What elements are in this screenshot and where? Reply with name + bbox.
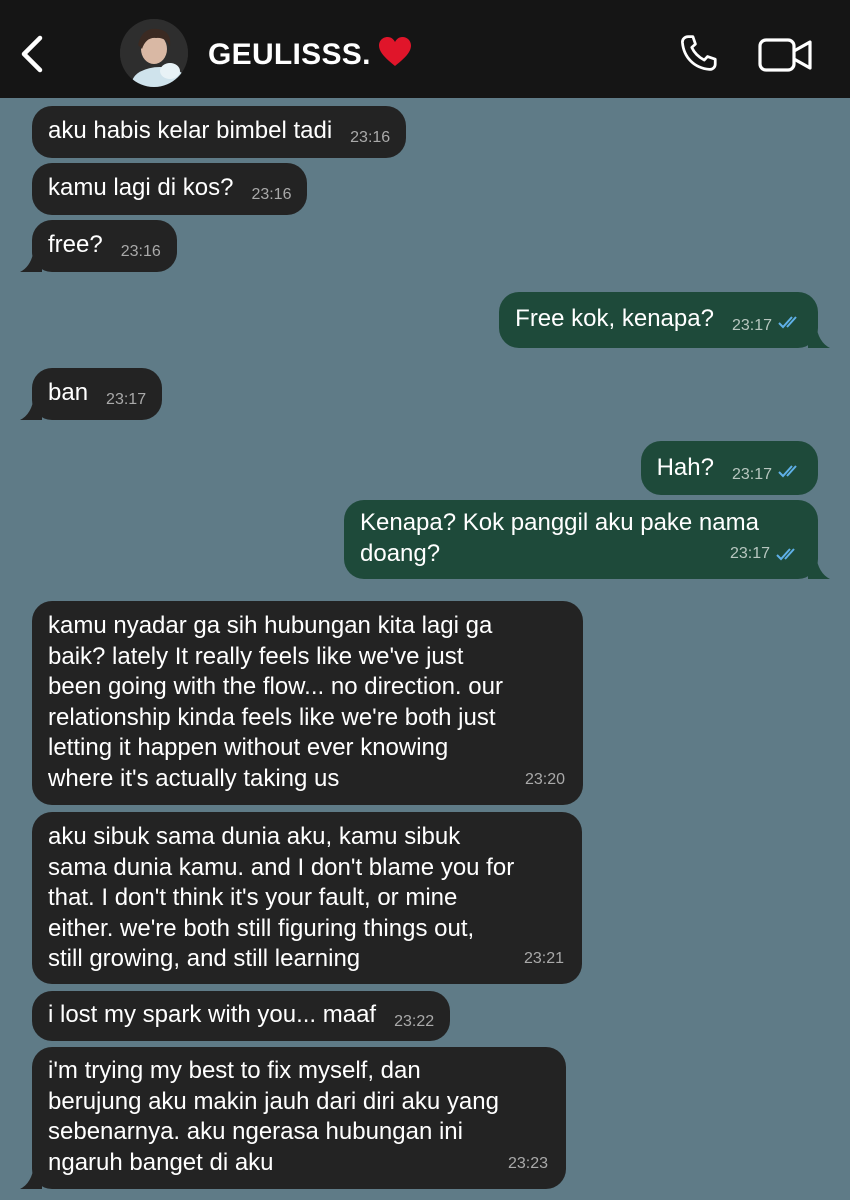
message-incoming[interactable]: i lost my spark with you... maaf 23:22 <box>32 991 451 1041</box>
video-camera-icon <box>758 38 812 72</box>
contact-name[interactable]: GEULISSS. <box>208 37 411 72</box>
message-incoming[interactable]: ban 23:17 <box>20 368 163 420</box>
message-time: 23:21 <box>523 949 564 967</box>
message-text: ban <box>48 379 89 406</box>
message-time: 23:17 <box>731 466 772 483</box>
message-outgoing[interactable]: Hah? 23:17 <box>640 441 818 495</box>
message-time: 23:16 <box>350 129 391 146</box>
contact-name-text: GEULISSS. <box>208 38 371 71</box>
bubble-tail <box>20 396 42 420</box>
message-time-text: 23:17 <box>729 544 770 562</box>
message-incoming[interactable]: kamu lagi di kos? 23:16 <box>32 163 308 215</box>
message-incoming[interactable]: i'm trying my best to fix myself, dan be… <box>20 1047 566 1189</box>
message-outgoing[interactable]: Kenapa? Kok panggil aku pake nama doang?… <box>344 500 830 579</box>
message-incoming[interactable]: aku sibuk sama dunia aku, kamu sibuk sam… <box>32 812 582 984</box>
message-text: kamu lagi di kos? <box>48 174 234 201</box>
message-text: aku habis kelar bimbel tadi <box>48 117 333 144</box>
message-time: 23:17 <box>730 539 800 570</box>
message-text: kamu nyadar ga sih hubungan kita lagi ga… <box>48 612 503 792</box>
message-time: 23:16 <box>120 243 161 260</box>
bubble-tail <box>20 1165 42 1189</box>
message-incoming[interactable]: kamu nyadar ga sih hubungan kita lagi ga… <box>32 601 583 805</box>
video-call-button[interactable] <box>758 36 814 74</box>
message-incoming[interactable]: free? 23:16 <box>20 220 177 272</box>
message-incoming[interactable]: aku habis kelar bimbel tadi 23:16 <box>32 106 407 158</box>
read-receipt-icon <box>776 547 795 560</box>
read-receipt-icon <box>778 316 797 329</box>
read-receipt-icon <box>778 465 797 478</box>
bubble-tail <box>808 324 830 348</box>
back-button[interactable] <box>14 34 50 74</box>
message-text: Hah? <box>656 454 714 481</box>
message-text: aku sibuk sama dunia aku, kamu sibuk sam… <box>48 823 515 972</box>
message-time: 23:16 <box>251 186 292 203</box>
contact-avatar[interactable] <box>120 19 188 87</box>
bubble-tail <box>20 248 42 272</box>
message-text: i lost my spark with you... maaf <box>48 1001 377 1028</box>
message-text: Free kok, kenapa? <box>515 305 714 332</box>
chevron-left-icon <box>21 35 43 73</box>
bubble-tail <box>808 555 830 579</box>
message-time: 23:23 <box>507 1154 548 1172</box>
message-time: 23:20 <box>524 770 565 788</box>
message-outgoing[interactable]: Free kok, kenapa? 23:17 <box>499 292 830 348</box>
message-time: 23:17 <box>106 391 147 408</box>
chat-header: GEULISSS. <box>0 0 850 98</box>
voice-call-button[interactable] <box>676 32 720 76</box>
message-time: 23:17 <box>731 317 772 334</box>
heart-icon <box>378 37 411 66</box>
message-time: 23:22 <box>394 1013 435 1030</box>
message-text: free? <box>48 231 103 258</box>
phone-icon <box>681 35 717 71</box>
message-text: i'm trying my best to fix myself, dan be… <box>48 1057 499 1176</box>
